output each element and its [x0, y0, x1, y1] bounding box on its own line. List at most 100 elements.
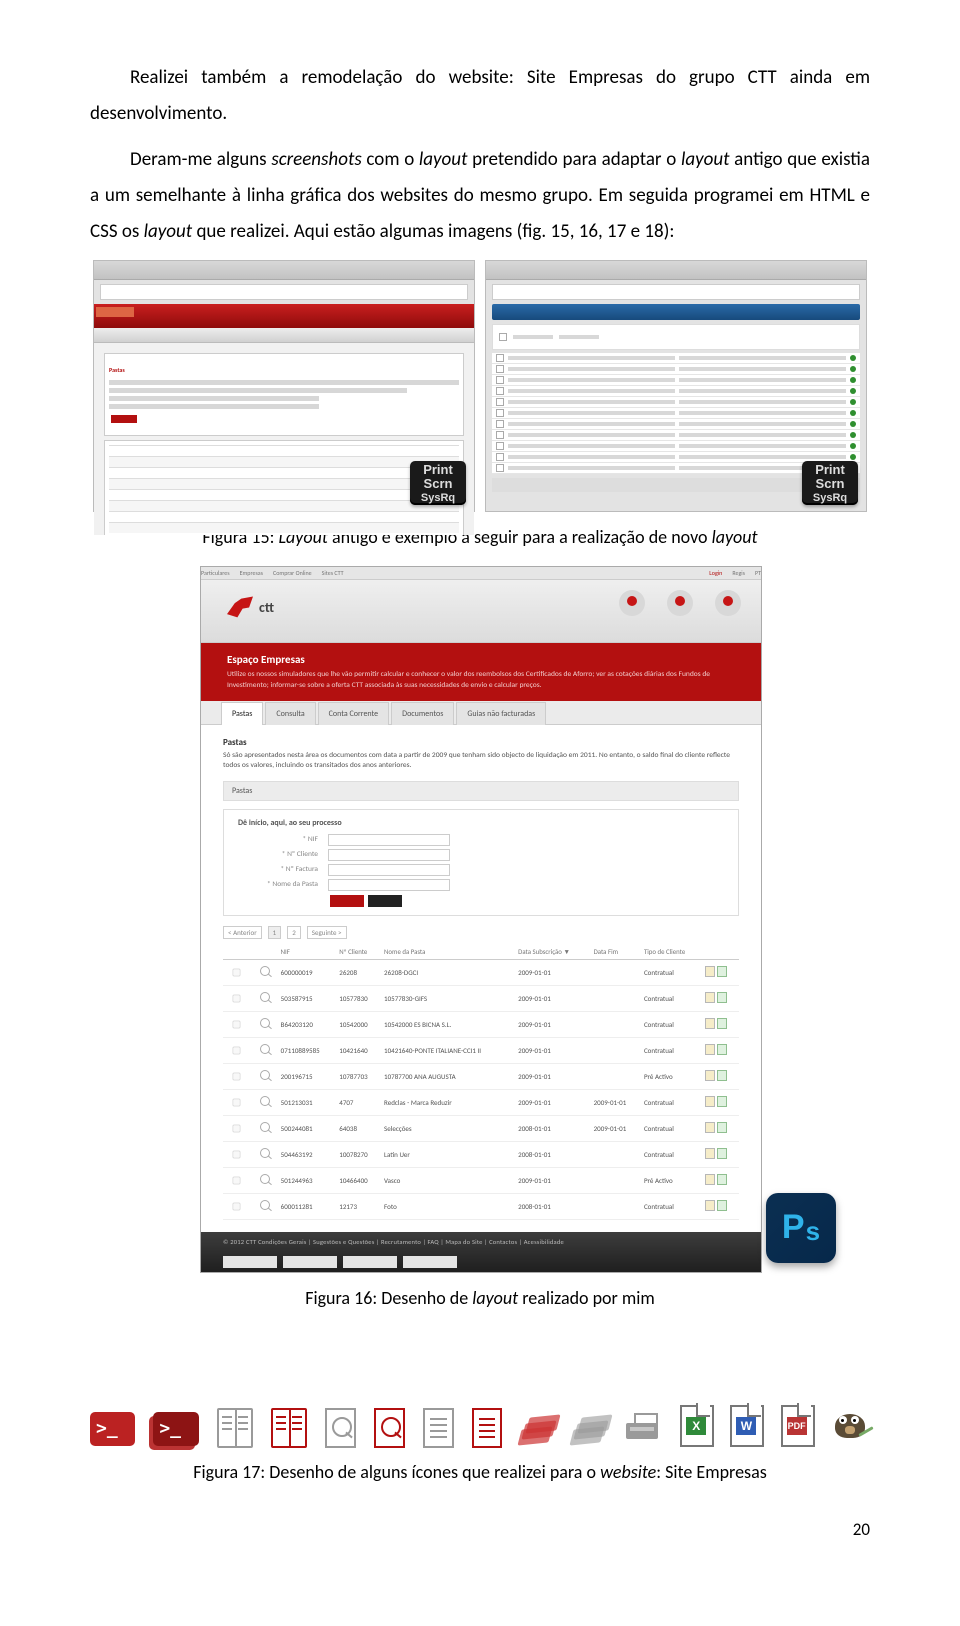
tab-guias: Guias não facturadas — [456, 702, 546, 725]
field-input — [328, 879, 450, 891]
gimp-icon — [829, 1408, 870, 1448]
topnav-item: Particulares — [201, 569, 230, 577]
form-title: Dê início, aqui, ao seu processo — [238, 818, 724, 828]
terminal-darkred-icon: >_ — [153, 1412, 198, 1446]
hero-title: Espaço Empresas — [227, 653, 735, 666]
key-label: Print — [423, 463, 453, 477]
search-form: Dê início, aqui, ao seu processo * NIF *… — [223, 809, 739, 916]
hero-band: Espaço Empresas Utilize os nossos simula… — [201, 643, 761, 700]
screenshot-old-layout: Pastas — [93, 260, 475, 512]
top-nav: Particulares Empresas Comprar Online Sit… — [201, 567, 761, 580]
pager-prev: < Anterior — [223, 926, 262, 939]
key-label: SysRq — [813, 492, 847, 504]
table-row: 60001128112173Foto2008-01-01Contratual — [223, 1193, 739, 1219]
field-input — [328, 849, 450, 861]
field-input — [328, 834, 450, 846]
paragraph-1: Realizei também a remodelação do website… — [90, 60, 870, 132]
text-italic: layout — [144, 220, 193, 243]
figure-16-wrapper: Particulares Empresas Comprar Online Sit… — [200, 566, 760, 1273]
photoshop-icon: Ps — [766, 1193, 836, 1263]
paragraph-2: Deram-me alguns screenshots com o layout… — [90, 142, 870, 250]
text-italic: layout — [419, 148, 468, 171]
text: Realizei também a remodelação do website… — [90, 66, 870, 125]
topnav-register: Regis — [732, 569, 745, 577]
topnav-item: Empresas — [240, 569, 263, 577]
table-row: 5012130314707Redclas - Marca Reduzir2009… — [223, 1089, 739, 1115]
ctt-logo: ctt — [227, 596, 274, 618]
key-label: Scrn — [816, 477, 845, 491]
printer-icon — [624, 1413, 660, 1447]
text: que realizei. Aqui estão algumas imagens… — [192, 220, 674, 243]
table-row: 50124496310466400Vasco2009-01-01Pré Acti… — [223, 1167, 739, 1193]
text-italic: screenshots — [271, 148, 361, 171]
figure-15: Pastas — [90, 260, 870, 512]
page-magnifier-red-icon — [374, 1408, 405, 1448]
tabs-row: Pastas Consulta Conta Corrente Documento… — [201, 701, 761, 725]
key-label: Scrn — [424, 477, 453, 491]
tab-documentos: Documentos — [391, 702, 454, 725]
text: com o — [362, 148, 419, 171]
file-excel-icon: X — [678, 1405, 710, 1447]
field-label-pasta: * Nome da Pasta — [238, 880, 318, 889]
terminal-red-icon: >_ — [90, 1412, 135, 1446]
caption-fig16: Figura 16: Desenho de layout realizado p… — [90, 1287, 870, 1309]
field-label-nif: * NIF — [238, 835, 318, 844]
book-grey-icon — [217, 1408, 253, 1448]
footer-text: © 2012 CTT Condições Gerais | Sugestões … — [223, 1238, 564, 1246]
page-lines-red-icon — [472, 1408, 503, 1448]
field-label-cliente: * Nº Cliente — [238, 850, 318, 859]
tab-consulta: Consulta — [265, 702, 315, 725]
pager-1: 1 — [268, 926, 282, 939]
caption-fig17: Figura 17: Desenho de alguns ícones que … — [90, 1461, 870, 1483]
form-buttons — [330, 895, 724, 907]
page-lines-grey-icon — [423, 1408, 454, 1448]
tab-conta: Conta Corrente — [318, 702, 389, 725]
file-word-icon: W — [728, 1405, 760, 1447]
page-number: 20 — [90, 1519, 870, 1540]
footer-tabs — [223, 1256, 457, 1268]
field-input — [328, 864, 450, 876]
table-row: 2001967151078770310787700 ANA AUGUSTA200… — [223, 1063, 739, 1089]
topnav-login: Login — [709, 569, 722, 577]
field-label-factura: * Nº Factura — [238, 865, 318, 874]
panel-desc: Só são apresentados nesta área os docume… — [223, 751, 739, 771]
print-screen-key-icon: Print Scrn SysRq — [802, 461, 858, 505]
footer: © 2012 CTT Condições Gerais | Sugestões … — [201, 1232, 761, 1272]
tab-pastas: Pastas — [221, 702, 263, 725]
screenshot-reference-layout: Print Scrn SysRq — [485, 260, 867, 512]
file-pdf-icon: PDF — [779, 1405, 811, 1447]
inner-tab-pastas: Pastas — [223, 781, 739, 801]
brand-text: ctt — [259, 599, 274, 616]
table-row: 6000000192620826208-DGCI2009-01-01Contra… — [223, 959, 739, 985]
topnav-item: Sites CTT — [322, 569, 344, 577]
book-red-icon — [271, 1408, 307, 1448]
results-table: NIF Nº Cliente Nome da Pasta Data Subscr… — [223, 945, 739, 1220]
panel-title: Pastas — [223, 737, 739, 748]
table-row: 50024408164038Selecções2008-01-012009-01… — [223, 1115, 739, 1141]
key-label: Print — [815, 463, 845, 477]
pager-next: Seguinte > — [307, 926, 347, 939]
pager-2: 2 — [287, 926, 301, 939]
layers-red-icon — [520, 1416, 554, 1448]
pagination: < Anterior 1 2 Seguinte > — [223, 926, 739, 939]
text: pretendido para adaptar o — [467, 148, 681, 171]
text: Deram-me alguns — [130, 148, 271, 171]
topnav-lang: PT — [755, 569, 761, 577]
topnav-item: Comprar Online — [273, 569, 312, 577]
panel-body: Pastas Só são apresentados nesta área os… — [201, 725, 761, 1232]
print-screen-key-icon: Print Scrn SysRq — [410, 461, 466, 505]
horse-icon — [227, 596, 253, 618]
figure-16: Particulares Empresas Comprar Online Sit… — [200, 566, 762, 1273]
hero-subtitle: Utilize os nossos simuladores que lhe vã… — [227, 670, 735, 690]
header: ctt — [201, 580, 761, 643]
icons-row: >_ >_ X W PDF — [90, 1405, 870, 1447]
page-magnifier-grey-icon — [325, 1408, 356, 1448]
key-label: SysRq — [421, 492, 455, 504]
table-row: B642031201054200010542000 ES BICNA S.L.2… — [223, 1011, 739, 1037]
text-italic: layout — [681, 148, 730, 171]
table-row: 5035879151057783010577830-GIFS2009-01-01… — [223, 985, 739, 1011]
table-row: 50446319210078270Latin Uer2008-01-01Cont… — [223, 1141, 739, 1167]
layers-grey-icon — [572, 1416, 606, 1448]
table-row: 071108895851042164010421640-PONTE ITALIA… — [223, 1037, 739, 1063]
globe-dots — [619, 590, 741, 616]
